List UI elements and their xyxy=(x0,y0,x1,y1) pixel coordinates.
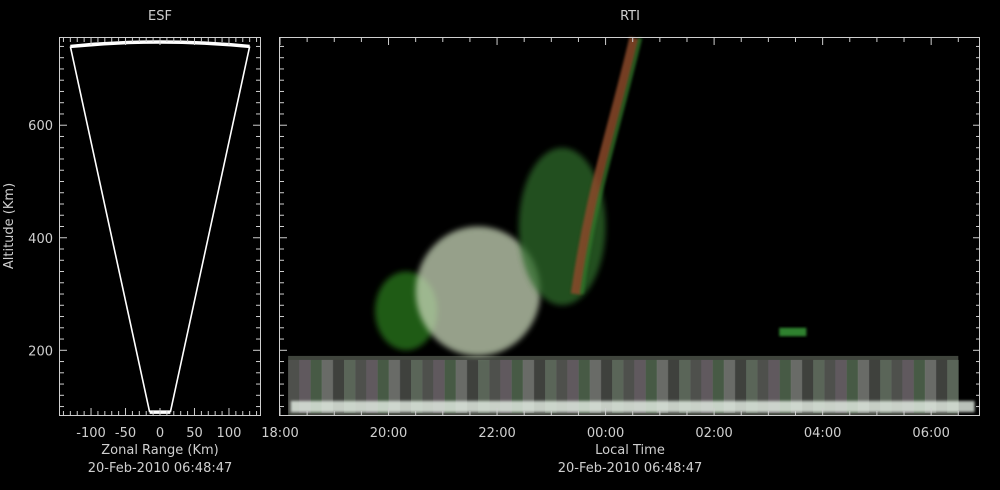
esf-plot-frame xyxy=(59,37,261,416)
esf-x-axis-label: Zonal Range (Km) xyxy=(101,443,218,458)
esf-y-tick-label: 600 xyxy=(28,119,53,134)
esf-y-tick-label: 400 xyxy=(28,232,53,247)
rti-echo-image xyxy=(288,36,975,415)
esf-beam-left-edge xyxy=(69,46,151,413)
rti-x-tick-label: 02:00 xyxy=(695,426,732,441)
rti-x-tick-label: 22:00 xyxy=(478,426,515,441)
rti-x-tick-label: 20:00 xyxy=(370,426,407,441)
esf-axis-ticks xyxy=(60,38,260,415)
esf-title: ESF xyxy=(148,9,172,24)
esf-x-tick-label: 0 xyxy=(156,426,164,441)
figure: ESF -100 -50 0 50 100 200 400 600 Zonal Range … xyxy=(2,9,980,476)
esf-beam-sector xyxy=(69,40,251,414)
rti-x-tick-label: 04:00 xyxy=(804,426,841,441)
y-axis-label: Altitude (Km) xyxy=(2,183,17,269)
esf-panel: ESF -100 -50 0 50 100 200 400 600 Zonal Range … xyxy=(2,9,261,476)
esf-beam-right-edge xyxy=(169,46,251,413)
rti-x-tick-label: 18:00 xyxy=(261,426,298,441)
rti-timestamp: 20-Feb-2010 06:48:47 xyxy=(558,461,703,476)
rti-x-tick-labels: 18:00 20:00 22:00 00:00 02:00 04:00 06:00 xyxy=(261,426,950,441)
rti-x-axis-label: Local Time xyxy=(595,443,665,458)
rti-x-tick-label: 06:00 xyxy=(912,426,949,441)
esf-y-tick-labels: 200 400 600 xyxy=(28,119,53,359)
esf-x-tick-label: -50 xyxy=(115,426,136,441)
rti-title: RTI xyxy=(620,9,640,24)
esf-x-tick-labels: -100 -50 0 50 100 xyxy=(76,426,241,441)
rti-echo-small-patch xyxy=(779,327,807,337)
rti-echo-bright-base-band xyxy=(290,400,975,413)
esf-y-tick-label: 200 xyxy=(28,344,53,359)
esf-x-tick-label: -100 xyxy=(76,426,106,441)
esf-x-tick-label: 50 xyxy=(186,426,203,441)
esf-timestamp: 20-Feb-2010 06:48:47 xyxy=(88,461,233,476)
rti-x-tick-label: 00:00 xyxy=(587,426,624,441)
rti-panel: RTI 18:00 20:00 22:00 00:00 02:00 04:00 06:00 … xyxy=(261,9,980,476)
esf-x-tick-label: 100 xyxy=(217,426,242,441)
